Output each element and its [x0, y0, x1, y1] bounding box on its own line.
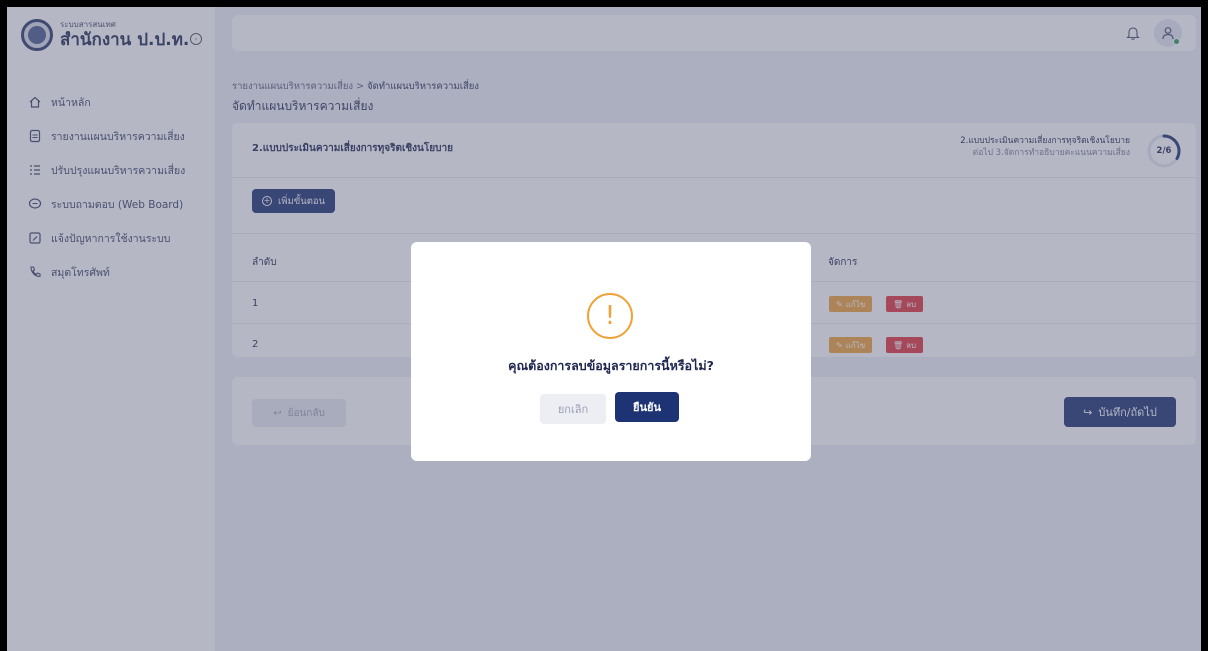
confirm-button[interactable]: ยืนยัน [615, 392, 679, 422]
cancel-button[interactable]: ยกเลิก [540, 394, 606, 424]
app-frame: ระบบสารสนเทศ สำนักงาน ป.ป.ท. › หน้าหลัก … [7, 7, 1201, 651]
dialog-message: คุณต้องการลบข้อมูลรายการนี้หรือไม่? [508, 358, 714, 373]
confirm-delete-dialog: ! คุณต้องการลบข้อมูลรายการนี้หรือไม่? ยก… [411, 242, 811, 461]
warning-icon: ! [587, 293, 633, 339]
